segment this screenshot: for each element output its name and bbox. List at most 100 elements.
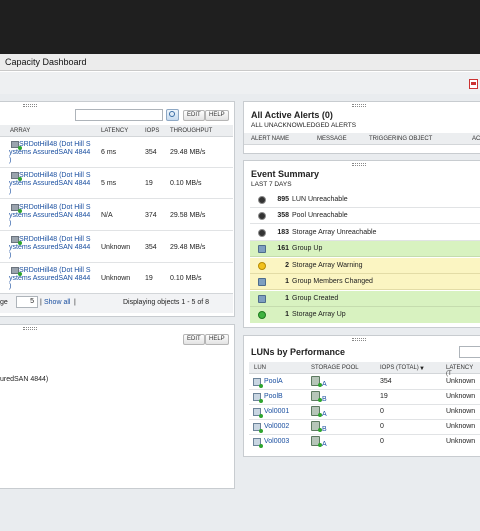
event-label: Pool Unreachable — [292, 212, 348, 219]
latency-value: N/A — [101, 212, 113, 219]
event-label: Storage Array Unreachable — [292, 229, 377, 236]
array-name-link[interactable]: SRDotHill48 (Dot Hill S — [19, 267, 91, 274]
array-search-input[interactable] — [75, 109, 163, 121]
luns-filter-input[interactable] — [459, 346, 480, 358]
lun-name-link[interactable]: Vol0001 — [264, 408, 289, 415]
unreachable-status-icon — [258, 229, 266, 237]
pager-separator: | — [74, 299, 76, 306]
array-name-link[interactable]: ystems AssuredSAN 4844 — [9, 244, 90, 251]
panel-drag-handle[interactable] — [23, 104, 37, 107]
pager-label: ge — [0, 299, 8, 306]
top-bar — [0, 0, 480, 54]
search-button[interactable] — [166, 109, 179, 121]
column-header-array[interactable]: ARRAY — [10, 128, 30, 134]
storage-pool-link[interactable]: A — [322, 381, 327, 388]
latency-value: Unknown — [446, 423, 476, 430]
iops-value: 19 — [145, 180, 153, 187]
lun-name-link[interactable]: PoolB — [264, 393, 283, 400]
array-name-link[interactable]: ystems AssuredSAN 4844 — [9, 212, 90, 219]
array-name-link[interactable]: ) — [9, 188, 11, 195]
group-icon — [258, 245, 266, 253]
storage-pool-icon — [311, 421, 322, 432]
latency-value: Unknown — [446, 408, 476, 415]
storage-pool-link[interactable]: B — [322, 426, 327, 433]
event-row[interactable]: 1 Group Created — [250, 291, 480, 307]
pager-separator: | — [40, 299, 42, 306]
column-header-storage-pool[interactable]: STORAGE POOL — [311, 365, 359, 371]
panel-drag-handle[interactable] — [352, 338, 366, 341]
storage-array-icon — [11, 204, 22, 213]
show-all-link[interactable]: Show all — [44, 299, 70, 306]
event-count: 1 — [285, 311, 289, 318]
row-divider — [249, 389, 480, 390]
event-row[interactable]: 1 Group Members Changed — [250, 274, 480, 290]
page-size-input[interactable]: 5 — [16, 296, 38, 308]
event-count: 183 — [277, 229, 289, 236]
event-row[interactable]: 358 Pool Unreachable — [250, 208, 480, 224]
column-header-latency[interactable]: LATENCY (T — [446, 365, 480, 377]
unreachable-status-icon — [258, 196, 266, 204]
array-name-link[interactable]: SRDotHill48 (Dot Hill S — [19, 236, 91, 243]
alerts-title: All Active Alerts (0) — [251, 110, 333, 120]
event-row[interactable]: 2 Storage Array Warning — [250, 258, 480, 274]
pdf-export-icon[interactable] — [469, 79, 478, 89]
column-header-throughput[interactable]: THROUGHPUT — [170, 128, 212, 134]
array-name-link[interactable]: ) — [9, 157, 11, 164]
column-header-triggering-object[interactable]: TRIGGERING OBJECT — [369, 136, 432, 142]
column-header-alert-name[interactable]: ALERT NAME — [251, 136, 289, 142]
array-name-link[interactable]: ) — [9, 283, 11, 290]
array-name-link[interactable]: ystems AssuredSAN 4844 — [9, 180, 90, 187]
title-bar: Capacity Dashboard — [0, 54, 480, 71]
column-header-iops-total[interactable]: IOPS (TOTAL) — [380, 365, 419, 371]
column-header-iops[interactable]: IOPS — [145, 128, 159, 134]
event-row[interactable]: 183 Storage Array Unreachable — [250, 225, 480, 241]
group-icon — [258, 278, 266, 286]
event-row[interactable]: 1 Storage Array Up — [250, 307, 480, 323]
panel-drag-handle[interactable] — [352, 104, 366, 107]
edit-button[interactable]: EDIT — [183, 334, 205, 345]
latency-value: Unknown — [101, 275, 131, 282]
row-divider — [0, 167, 233, 168]
storage-pool-link[interactable]: A — [322, 441, 327, 448]
column-header-lun[interactable]: LUN — [254, 365, 266, 371]
array-name-link[interactable]: SRDotHill48 (Dot Hill S — [19, 204, 91, 211]
panel-drag-handle[interactable] — [23, 327, 37, 330]
lun-icon — [253, 393, 263, 403]
panel-drag-handle[interactable] — [352, 163, 366, 166]
column-header-message[interactable]: MESSAGE — [317, 136, 347, 142]
page-title: Capacity Dashboard — [5, 57, 87, 67]
array-name-link[interactable]: ystems AssuredSAN 4844 — [9, 275, 90, 282]
event-label: LUN Unreachable — [292, 196, 348, 203]
array-name-link[interactable]: SRDotHill48 (Dot Hill S — [19, 141, 91, 148]
help-button[interactable]: HELP — [205, 334, 229, 345]
storage-pool-icon — [311, 376, 322, 387]
array-name-link[interactable]: SRDotHill48 (Dot Hill S — [19, 172, 91, 179]
storage-array-icon — [11, 141, 22, 150]
throughput-value: 29.48 MB/s — [170, 244, 206, 251]
latency-value: Unknown — [446, 393, 476, 400]
latency-value: 5 ms — [101, 180, 117, 187]
lun-name-link[interactable]: PoolA — [264, 378, 283, 385]
help-button[interactable]: HELP — [205, 110, 229, 121]
alerts-subtitle: ALL UNACKNOWLEDGED ALERTS — [251, 122, 357, 129]
event-row[interactable]: 895 LUN Unreachable — [250, 192, 480, 208]
storage-pool-link[interactable]: A — [322, 411, 327, 418]
column-header-latency[interactable]: LATENCY — [101, 128, 128, 134]
storage-pool-link[interactable]: B — [322, 396, 327, 403]
column-header-acknowledge[interactable]: AC — [472, 136, 480, 142]
lun-name-link[interactable]: Vol0003 — [264, 438, 289, 445]
iops-value: 19 — [380, 393, 388, 400]
event-row[interactable]: 161 Group Up — [250, 241, 480, 257]
lun-icon — [253, 408, 263, 418]
row-divider — [249, 434, 480, 435]
array-name-link[interactable]: ) — [9, 252, 11, 259]
lun-icon — [253, 423, 263, 433]
iops-value: 0 — [380, 423, 384, 430]
toolbar — [0, 72, 480, 94]
array-name-link[interactable]: ) — [9, 220, 11, 227]
lun-name-link[interactable]: Vol0002 — [264, 423, 289, 430]
event-count: 161 — [277, 245, 289, 252]
array-name-link[interactable]: ystems AssuredSAN 4844 — [9, 149, 90, 156]
edit-button[interactable]: EDIT — [183, 110, 205, 121]
sort-descending-icon[interactable]: ▼ — [419, 366, 425, 372]
